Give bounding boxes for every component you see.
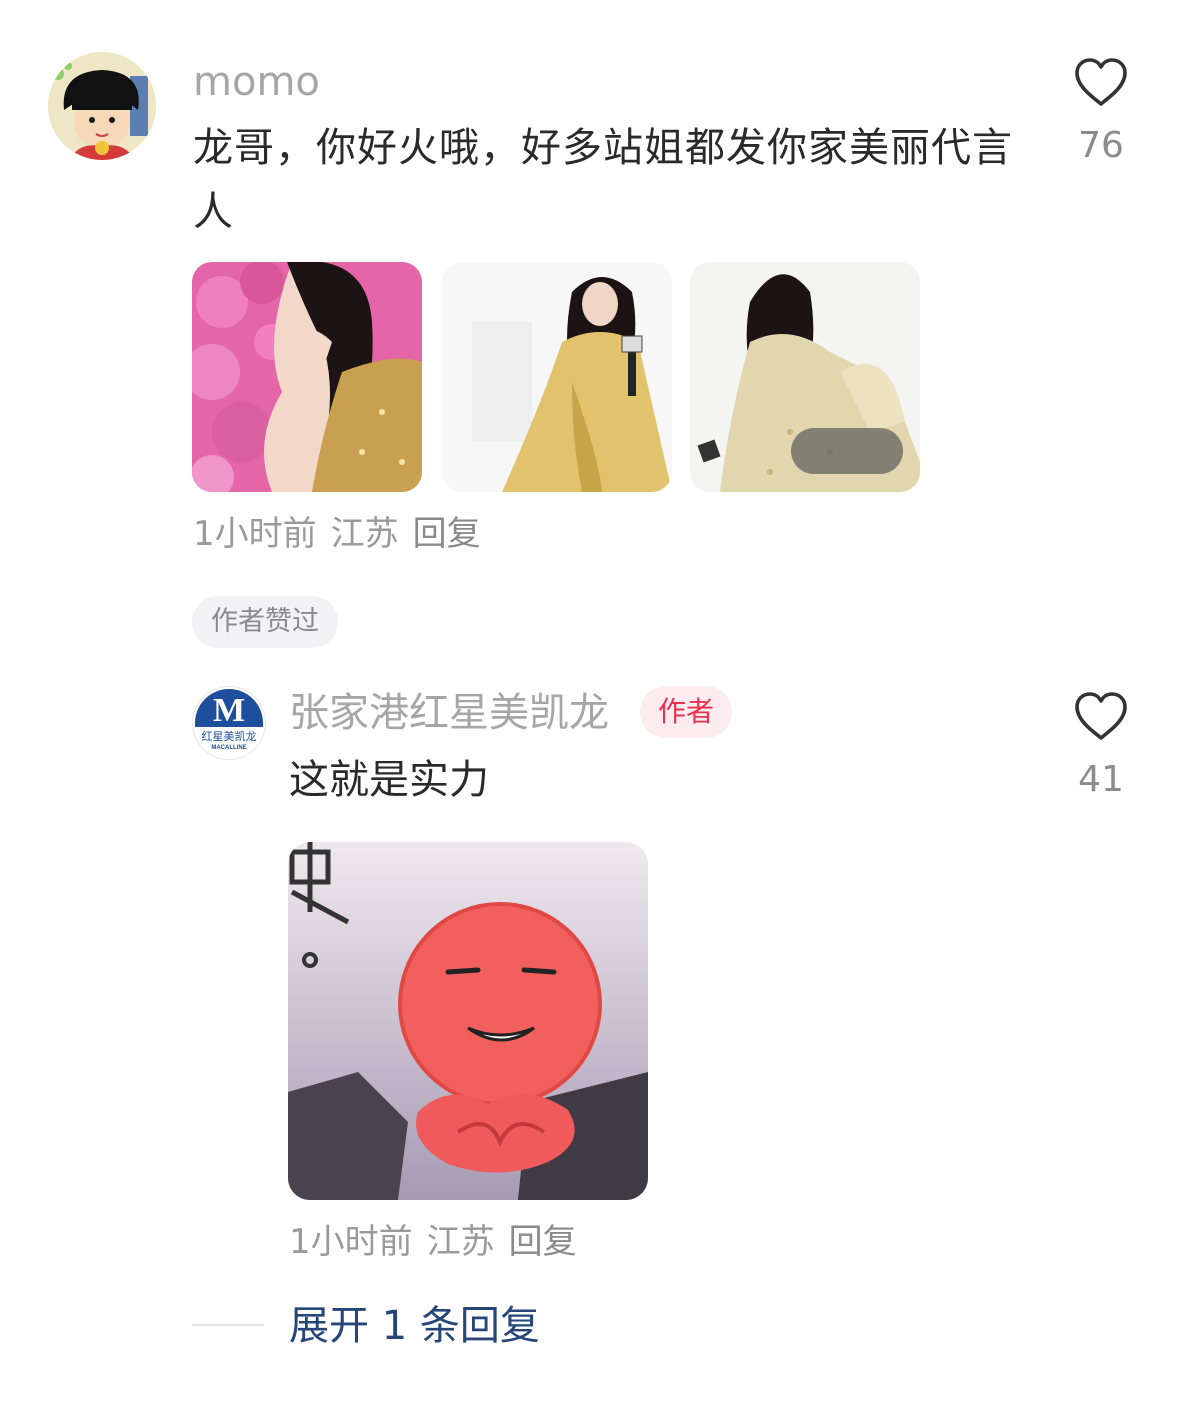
- like-count: 76: [1078, 125, 1124, 166]
- reply-sticker[interactable]: [288, 842, 648, 1200]
- macalline-caption: 红星美凯龙: [202, 730, 257, 743]
- reply-time: 1小时前: [289, 1222, 413, 1262]
- heart-icon: [1075, 692, 1127, 740]
- reply-username[interactable]: 张家港红星美凯龙: [289, 689, 609, 737]
- comment-text: 龙哥，你好火哦，好多站姐都发你家美丽代言人: [193, 125, 1013, 235]
- cartoon-girl-avatar-icon: [48, 52, 156, 160]
- reply-location: 江苏: [426, 1222, 495, 1262]
- reply-like-count: 41: [1078, 759, 1124, 800]
- reply-meta: 1小时前 江苏 回复: [289, 1222, 591, 1262]
- comment-image-1[interactable]: [192, 262, 422, 492]
- reply-reply-button[interactable]: 回复: [509, 1222, 577, 1262]
- comment-time: 1小时前: [193, 514, 317, 554]
- expand-divider: [192, 1324, 264, 1326]
- author-liked-badge: 作者赞过: [192, 596, 338, 648]
- author-tag: 作者: [640, 686, 733, 738]
- reply-text: 这就是实力: [289, 757, 489, 803]
- like-button[interactable]: [1069, 56, 1133, 112]
- red-face-meme-sticker: [288, 842, 648, 1200]
- reply-avatar[interactable]: M 红星美凯龙 MACALLINE: [192, 686, 266, 760]
- macalline-logo-avatar-icon: M 红星美凯龙 MACALLINE: [193, 687, 265, 759]
- reply-like-button[interactable]: [1069, 690, 1133, 746]
- macalline-letter: M: [213, 692, 245, 729]
- comment-meta: 1小时前 江苏 回复: [193, 514, 495, 554]
- comment-location: 江苏: [330, 514, 399, 554]
- comment-image-3[interactable]: [690, 262, 920, 492]
- expand-replies-link[interactable]: 展开 1 条回复: [289, 1302, 540, 1350]
- image-count-badge: [791, 428, 903, 474]
- user-avatar[interactable]: [48, 52, 156, 160]
- photo-gold-gown-microphone: [442, 262, 672, 492]
- heart-icon: [1075, 58, 1127, 106]
- comment-username[interactable]: momo: [193, 58, 320, 106]
- macalline-caption-en: MACALLINE: [211, 745, 246, 751]
- photo-pink-flowers-gold-dress: [192, 262, 422, 492]
- comment-image-2[interactable]: [442, 262, 672, 492]
- reply-button[interactable]: 回复: [413, 514, 481, 554]
